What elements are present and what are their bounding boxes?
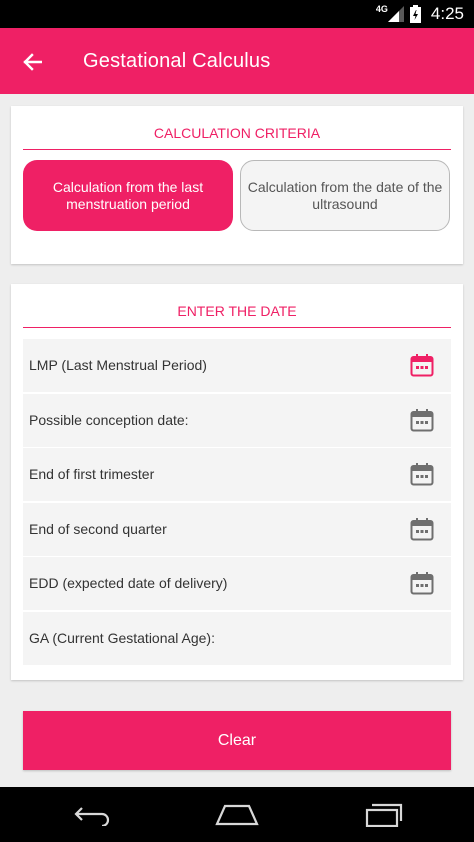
- option-label: Calculation from the last menstruation p…: [52, 178, 204, 212]
- criteria-card: CALCULATION CRITERIA Calculation from th…: [11, 106, 463, 264]
- page-title: Gestational Calculus: [83, 50, 271, 72]
- navigation-bar: [0, 787, 474, 842]
- row-label: End of second quarter: [29, 520, 167, 537]
- criteria-heading: CALCULATION CRITERIA: [23, 125, 451, 150]
- row-label: GA (Current Gestational Age):: [29, 629, 215, 646]
- row-conception[interactable]: Possible conception date:: [23, 393, 451, 447]
- row-lmp[interactable]: LMP (Last Menstrual Period): [23, 339, 451, 392]
- nav-back-icon: [74, 807, 110, 826]
- status-time: 4:25: [430, 4, 464, 23]
- row-label: EDD (expected date of delivery): [29, 575, 228, 591]
- signal-icon: [387, 6, 404, 22]
- nav-back-button[interactable]: [68, 801, 116, 829]
- status-icons: 4G 4:25: [370, 4, 464, 24]
- calendar-icon[interactable]: [410, 462, 434, 486]
- calendar-icon[interactable]: [410, 408, 434, 432]
- app-bar: Gestational Calculus: [0, 28, 474, 94]
- option-label: Calculation from the date of the ultraso…: [247, 178, 443, 212]
- option-ultrasound[interactable]: Calculation from the date of the ultraso…: [240, 160, 450, 231]
- calendar-icon[interactable]: [410, 517, 434, 541]
- status-bar: 4G 4:25: [0, 0, 474, 28]
- row-label: End of first trimester: [29, 466, 155, 482]
- nav-recents-icon: [365, 803, 403, 827]
- option-last-menstruation[interactable]: Calculation from the last menstruation p…: [23, 160, 233, 231]
- row-label: Possible conception date:: [29, 411, 189, 428]
- row-second-quarter[interactable]: End of second quarter: [23, 502, 451, 556]
- row-edd[interactable]: EDD (expected date of delivery): [23, 557, 451, 610]
- row-first-trimester[interactable]: End of first trimester: [23, 448, 451, 501]
- dates-card: ENTER THE DATE LMP (Last Menstrual Perio…: [11, 284, 463, 680]
- dates-heading: ENTER THE DATE: [23, 303, 451, 328]
- row-gestational-age: GA (Current Gestational Age):: [23, 611, 451, 665]
- arrow-back-icon: [23, 53, 42, 71]
- nav-recents-button[interactable]: [359, 801, 407, 829]
- clear-button[interactable]: Clear: [23, 711, 451, 770]
- calendar-icon[interactable]: [410, 353, 434, 377]
- row-label: LMP (Last Menstrual Period): [29, 357, 207, 373]
- network-type: 4G: [375, 4, 388, 14]
- back-button[interactable]: [14, 44, 50, 80]
- date-rows: LMP (Last Menstrual Period) Possible con…: [23, 339, 451, 666]
- clear-button-label: Clear: [217, 731, 257, 749]
- nav-home-button[interactable]: [213, 801, 261, 829]
- calendar-icon[interactable]: [410, 571, 434, 595]
- battery-icon: [409, 5, 421, 23]
- nav-home-icon: [215, 804, 259, 826]
